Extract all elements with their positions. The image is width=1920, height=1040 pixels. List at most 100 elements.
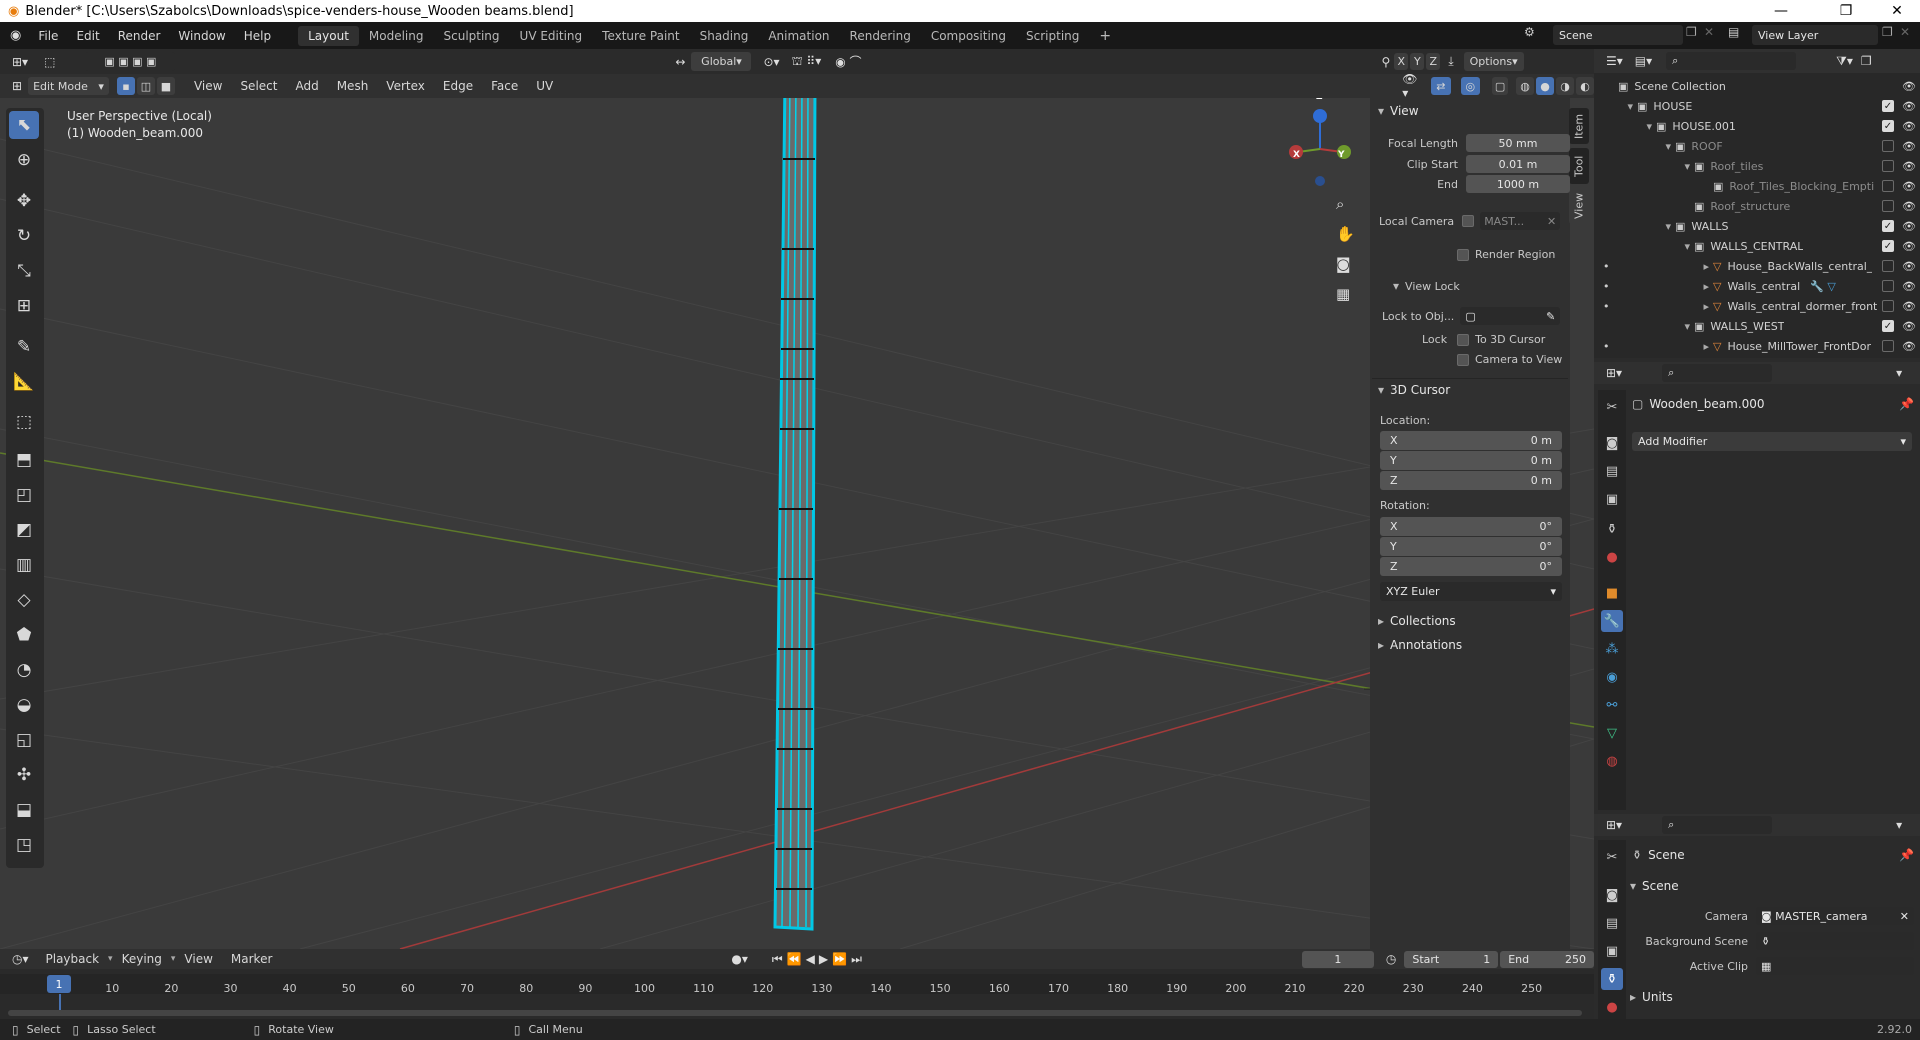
inset-tool-icon[interactable]: ◰ [9, 481, 39, 509]
timeline-menu-playback[interactable]: Playback [37, 952, 109, 966]
mirror-x-button[interactable]: X [1394, 53, 1409, 70]
next-keyframe-icon[interactable]: ⏩ [832, 952, 847, 966]
scene-properties-search-input[interactable]: ⌕ [1662, 816, 1773, 834]
exclude-checkbox[interactable] [1882, 300, 1894, 312]
cursor-rotation-x[interactable]: X 0° [1380, 517, 1562, 536]
outliner-row[interactable]: • ▸ ▽ House_BackWalls_central_ 👁 [1600, 256, 1920, 276]
spin-tool-icon[interactable]: ◔ [9, 656, 39, 684]
expand-arrow-icon[interactable]: ▾ [1600, 120, 1656, 133]
exclude-checkbox[interactable] [1882, 280, 1894, 292]
outliner-row[interactable]: ▣ Roof_structure 👁 [1600, 196, 1920, 216]
orientation-dropdown[interactable]: Global ▾ [691, 52, 752, 71]
mirror-y-button[interactable]: Y [1410, 53, 1425, 70]
outliner-row[interactable]: • ▸ ▽ House_MillTower_FrontDor 👁 [1600, 336, 1920, 356]
visibility-eye-icon[interactable]: 👁 [1902, 300, 1916, 313]
outliner-row[interactable]: ▾ ▣ WALLS ✓ 👁 [1600, 216, 1920, 236]
exclude-checkbox[interactable]: ✓ [1882, 120, 1894, 132]
scene-properties-editor-icon[interactable]: ⊞▾ [1606, 818, 1622, 832]
filter-icon[interactable]: ⧩▾ [1836, 54, 1853, 69]
timeline-menu-marker[interactable]: Marker [222, 952, 281, 966]
local-camera-checkbox[interactable] [1462, 215, 1475, 227]
scene-type-icon[interactable]: ⚙ [1524, 25, 1548, 45]
remove-scene-icon[interactable]: ✕ [1704, 25, 1718, 45]
object-properties-icon[interactable]: ■ [1601, 582, 1623, 604]
vertex-select-icon[interactable]: ▪ [116, 77, 135, 95]
expand-arrow-icon[interactable]: ▾ [1600, 220, 1675, 233]
collections-panel-header[interactable]: ▸ Collections [1378, 614, 1456, 628]
expand-arrow-icon[interactable]: ▸ [1600, 340, 1713, 353]
edge-slide-tool-icon[interactable]: ◱ [9, 726, 39, 754]
scene-properties-options-icon[interactable]: ▾ [1896, 818, 1902, 832]
prev-keyframe-icon[interactable]: ⏪ [787, 952, 802, 966]
expand-arrow-icon[interactable]: ▾ [1600, 160, 1694, 173]
gizmo-y-label[interactable]: Y [1338, 150, 1345, 160]
pin-icon[interactable]: 📌 [1899, 397, 1914, 411]
properties-editor-icon[interactable]: ⊞▾ [1606, 366, 1622, 380]
outliner-row[interactable]: • ▸ ▽ Walls_central_dormer_front 👁 [1600, 296, 1920, 316]
tab-modeling[interactable]: Modeling [359, 26, 434, 46]
maximize-button[interactable]: ❐ [1823, 0, 1869, 22]
overlay-toggle-icon[interactable]: ◎ [1460, 77, 1481, 95]
mirror-z-button[interactable]: Z [1426, 53, 1441, 70]
lock-to-object-field[interactable]: ▢ ✎ [1460, 307, 1561, 325]
camera-to-view-checkbox[interactable] [1457, 353, 1469, 366]
exclude-checkbox[interactable]: ✓ [1882, 240, 1894, 252]
exclude-checkbox[interactable] [1882, 180, 1894, 192]
tool-properties-icon[interactable]: ✂ [1601, 396, 1623, 418]
exclude-checkbox[interactable] [1882, 140, 1894, 152]
auto-merge-icon[interactable]: ⤓ [1448, 54, 1453, 69]
visibility-eye-icon[interactable]: 👁 [1902, 80, 1916, 93]
ortho-toggle-icon[interactable]: ▦ [1336, 285, 1350, 303]
view-layer-selector[interactable]: View Layer [1752, 25, 1878, 45]
new-collection-icon[interactable]: ❐ [1861, 54, 1872, 68]
viewport-menu-uv[interactable]: UV [527, 79, 562, 93]
tab-view[interactable]: View [1569, 188, 1589, 224]
viewport-menu-vertex[interactable]: Vertex [377, 79, 434, 93]
material-properties-icon[interactable]: ◍ [1601, 750, 1623, 772]
record-icon[interactable]: ●▾ [731, 952, 748, 966]
tab-shading[interactable]: Shading [690, 26, 759, 46]
viewport-editor-icon[interactable]: ⊞ [12, 79, 22, 93]
menu-render[interactable]: Render [109, 29, 170, 43]
poly-build-tool-icon[interactable]: ⬟ [9, 621, 39, 649]
display-mode-icon[interactable]: ▤▾ [1635, 54, 1652, 68]
blender-menu-icon[interactable]: ◉ [10, 28, 21, 43]
exclude-checkbox[interactable] [1882, 200, 1894, 212]
timeline-menu-view[interactable]: View [175, 952, 221, 966]
scene-selector[interactable]: Scene [1553, 25, 1683, 45]
outliner-row[interactable]: ▾ ▣ WALLS_CENTRAL ✓ 👁 [1600, 236, 1920, 256]
outliner-row[interactable]: ▣ Scene Collection 👁 [1600, 76, 1920, 96]
xray-icon[interactable]: ▢ [1492, 77, 1509, 95]
menu-help[interactable]: Help [235, 29, 280, 43]
tab-sculpting[interactable]: Sculpting [434, 26, 510, 46]
visibility-eye-icon[interactable]: 👁 [1902, 240, 1916, 253]
to-3d-cursor-checkbox[interactable] [1457, 333, 1470, 346]
jump-end-icon[interactable]: ⏭ [851, 952, 862, 967]
timeline-scrollbar[interactable] [8, 1010, 1582, 1016]
exclude-checkbox[interactable]: ✓ [1882, 320, 1894, 332]
visibility-eye-icon[interactable]: 👁 [1902, 160, 1916, 173]
data-properties-icon[interactable]: ▽ [1601, 722, 1623, 744]
exclude-checkbox[interactable] [1882, 260, 1894, 272]
exclude-checkbox[interactable] [1882, 340, 1894, 352]
tab-rendering[interactable]: Rendering [840, 26, 921, 46]
output-properties-icon[interactable]: ▤ [1601, 460, 1623, 482]
cursor-location-y[interactable]: Y0 m [1380, 451, 1562, 470]
scale-tool-icon[interactable]: ⤡ [9, 257, 39, 285]
start-frame-field[interactable]: Start 1 [1404, 950, 1499, 968]
face-select-icon[interactable]: ■ [156, 77, 175, 95]
rip-region-tool-icon[interactable]: ◳ [9, 831, 39, 859]
expand-arrow-icon[interactable]: ▾ [1600, 240, 1694, 253]
proportional-edit-icon[interactable]: ◉ ⌒ [835, 53, 861, 70]
viewport-menu-edge[interactable]: Edge [434, 79, 482, 93]
background-scene-field[interactable]: ⚱ [1756, 932, 1914, 950]
outliner-row[interactable]: • ▸ ▽ Walls_central 🔧 ▽ 👁 [1600, 276, 1920, 296]
outliner-row[interactable]: ▾ ▣ HOUSE.001 ✓ 👁 [1600, 116, 1920, 136]
options-dropdown[interactable]: Options ▾ [1463, 52, 1524, 71]
remove-view-layer-icon[interactable]: ✕ [1900, 25, 1914, 45]
outliner-search-input[interactable]: ⌕ [1666, 52, 1797, 70]
cursor-rotation-z[interactable]: Z 0° [1380, 557, 1562, 576]
view-layer-properties-icon[interactable]: ▣ [1601, 488, 1623, 510]
current-frame-field[interactable]: 1 [1301, 950, 1374, 968]
play-reverse-icon[interactable]: ◀ [806, 952, 815, 966]
